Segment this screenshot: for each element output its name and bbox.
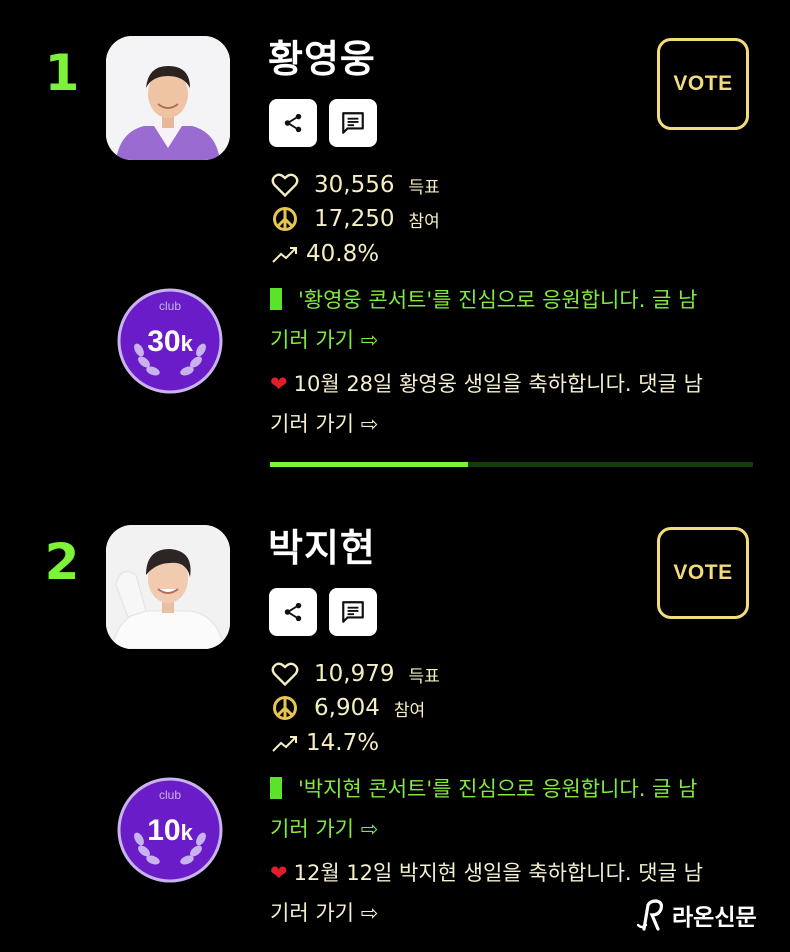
message-line: 기러 가기 ⇨ bbox=[270, 817, 379, 841]
comment-button[interactable] bbox=[329, 99, 377, 147]
club-badge: club 30k bbox=[117, 288, 223, 394]
badge-club-label: club bbox=[159, 299, 181, 313]
raon-logo-icon bbox=[636, 899, 664, 931]
watermark-text: 라온신문 bbox=[672, 905, 757, 931]
club-badge: club 10k bbox=[117, 777, 223, 883]
comment-icon bbox=[342, 112, 364, 134]
message-line: '박지현 콘서트'를 진심으로 응원합니다. 글 남 bbox=[270, 769, 745, 809]
green-square-icon bbox=[270, 288, 282, 310]
heart-outline-icon bbox=[271, 173, 299, 198]
peace-icon bbox=[273, 696, 297, 720]
participants-unit: 참여 bbox=[393, 700, 426, 721]
participants-stat: 6,904 참여 bbox=[270, 693, 425, 723]
green-square-icon bbox=[270, 777, 282, 799]
trend-percent: 14.7% bbox=[306, 730, 380, 756]
share-button[interactable] bbox=[269, 588, 317, 636]
message-line: 기러 가기 ⇨ bbox=[270, 328, 379, 352]
badge-value: 30 bbox=[147, 325, 180, 358]
share-icon bbox=[284, 113, 302, 133]
trend-up-icon bbox=[272, 247, 297, 263]
trend-stat: 40.8% bbox=[270, 239, 379, 269]
progress-bar bbox=[270, 462, 753, 467]
trend-percent: 40.8% bbox=[306, 241, 380, 267]
watermark: 라온신문 bbox=[636, 898, 757, 932]
peace-icon bbox=[273, 207, 297, 231]
comment-button[interactable] bbox=[329, 588, 377, 636]
message-line: ❤ 12월 12일 박지현 생일을 축하합니다. 댓글 남 bbox=[270, 861, 703, 885]
singer-name: 황영웅 bbox=[268, 37, 376, 81]
votes-count: 10,979 bbox=[314, 661, 395, 687]
comment-icon bbox=[342, 601, 364, 623]
votes-stat: 30,556 득표 bbox=[270, 170, 440, 200]
progress-fill bbox=[270, 462, 469, 467]
heart-icon: ❤ bbox=[270, 861, 288, 885]
badge-club-label: club bbox=[159, 788, 181, 802]
message-line: '황영웅 콘서트'를 진심으로 응원합니다. 글 남 bbox=[270, 280, 745, 320]
participants-unit: 참여 bbox=[408, 211, 440, 232]
votes-stat: 10,979 득표 bbox=[270, 659, 440, 689]
rank-number: 2 bbox=[44, 533, 80, 591]
participants-stat: 17,250 참여 bbox=[270, 204, 440, 234]
votes-count: 30,556 bbox=[314, 172, 395, 198]
participants-count: 17,250 bbox=[314, 206, 395, 232]
votes-unit: 득표 bbox=[408, 177, 440, 198]
heart-outline-icon bbox=[271, 662, 299, 687]
trend-up-icon bbox=[272, 736, 297, 752]
message-line: ❤ 10월 28일 황영웅 생일을 축하합니다. 댓글 남 bbox=[270, 372, 703, 396]
share-button[interactable] bbox=[269, 99, 317, 147]
concert-support-link[interactable]: '황영웅 콘서트'를 진심으로 응원합니다. 글 남 기러 가기 ⇨ bbox=[270, 280, 745, 360]
votes-unit: 득표 bbox=[408, 666, 440, 687]
vote-button[interactable]: VOTE bbox=[657, 527, 749, 619]
heart-icon: ❤ bbox=[270, 372, 288, 396]
birthday-link[interactable]: ❤ 10월 28일 황영웅 생일을 축하합니다. 댓글 남 기러 가기 ⇨ bbox=[270, 364, 745, 444]
badge-suffix: k bbox=[181, 820, 194, 845]
avatar[interactable] bbox=[106, 525, 230, 649]
share-icon bbox=[284, 602, 302, 622]
message-line: 기러 가기 ⇨ bbox=[270, 412, 379, 436]
vote-button[interactable]: VOTE bbox=[657, 38, 749, 130]
singer-name: 박지현 bbox=[268, 526, 376, 570]
badge-value: 10 bbox=[147, 814, 180, 847]
concert-support-link[interactable]: '박지현 콘서트'를 진심으로 응원합니다. 글 남 기러 가기 ⇨ bbox=[270, 769, 745, 849]
rank-number: 1 bbox=[44, 44, 80, 102]
avatar[interactable] bbox=[106, 36, 230, 160]
trend-stat: 14.7% bbox=[270, 728, 379, 758]
participants-count: 6,904 bbox=[314, 695, 380, 721]
badge-suffix: k bbox=[181, 331, 194, 356]
